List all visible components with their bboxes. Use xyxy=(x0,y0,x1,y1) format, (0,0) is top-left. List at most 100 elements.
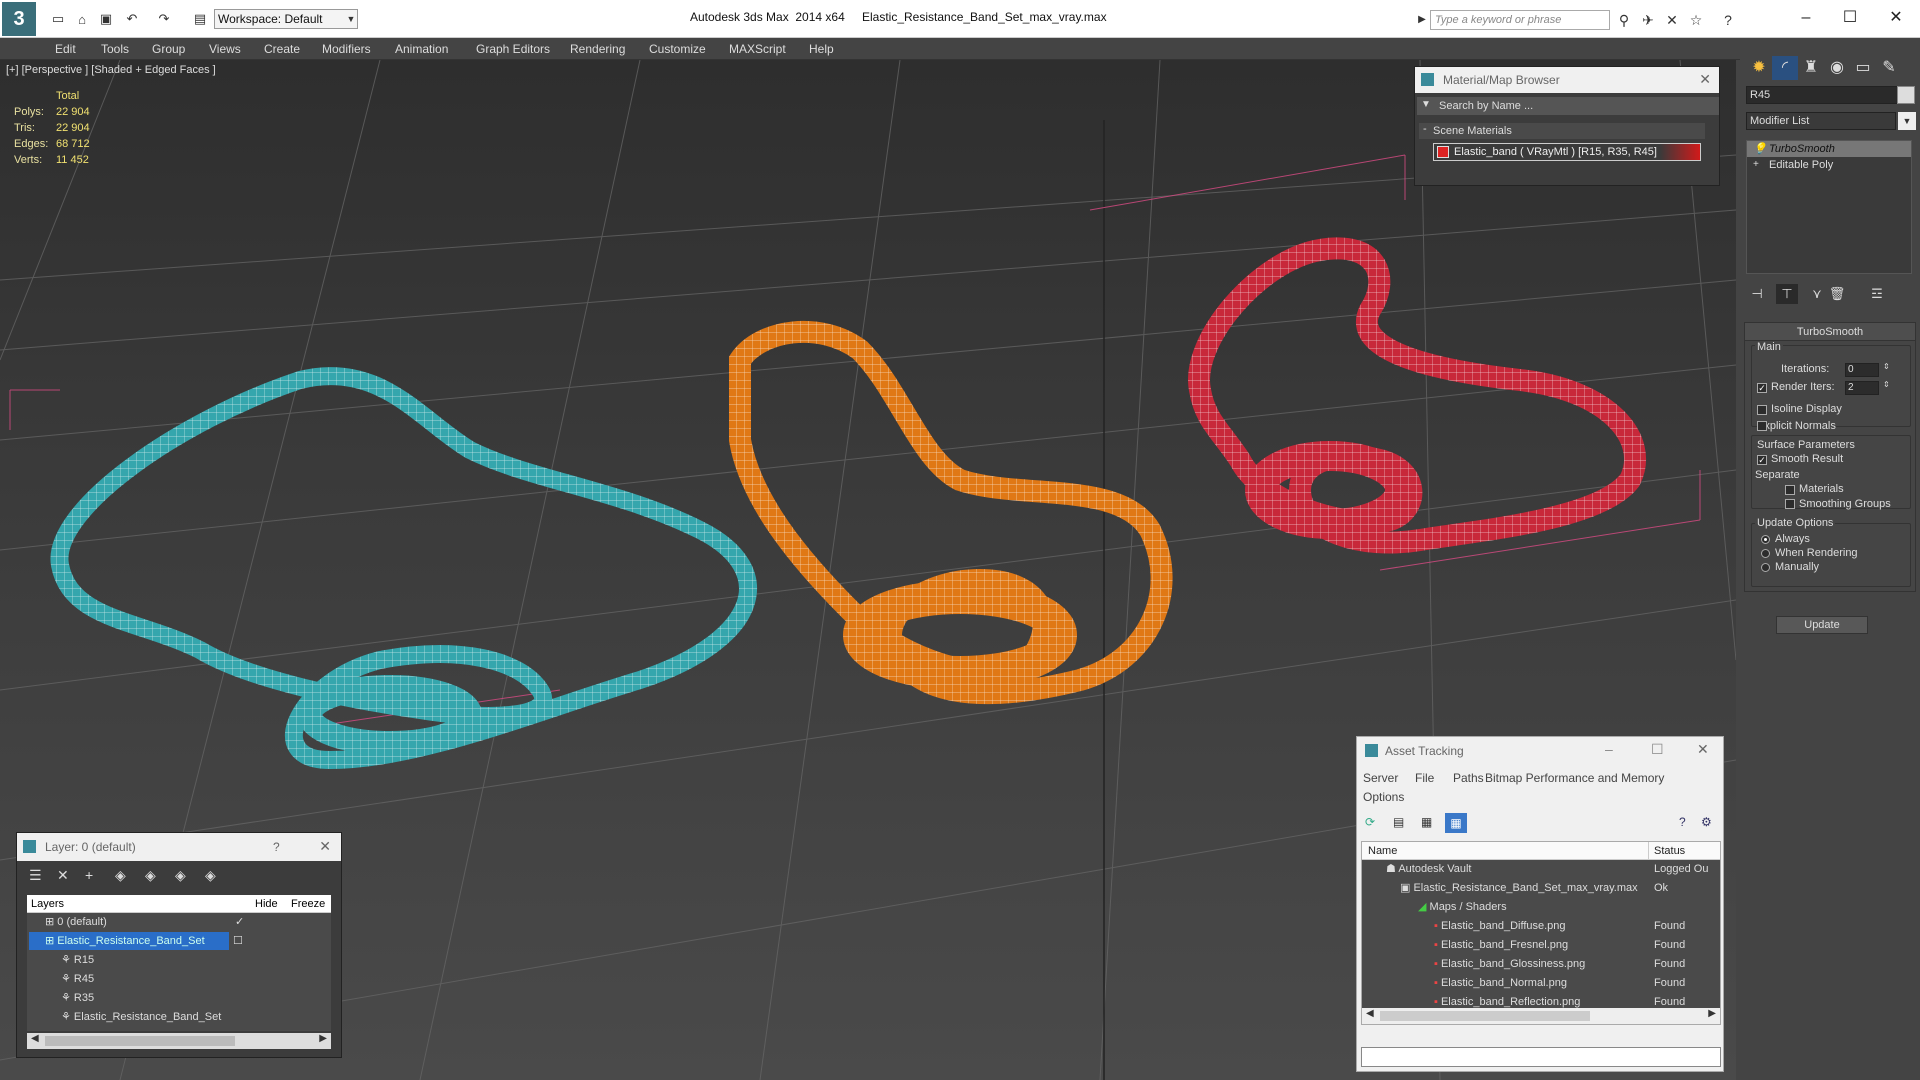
layer-row-default[interactable]: ⊞ 0 (default) xyxy=(45,913,107,931)
pin-stack-icon[interactable]: ⊣ xyxy=(1746,284,1768,304)
menu-group[interactable]: Group xyxy=(152,42,185,56)
lightbulb-icon[interactable]: 💡 xyxy=(1753,141,1767,157)
asset-row-fresnel[interactable]: ▪ Elastic_band_Fresnel.png xyxy=(1434,936,1568,954)
viewport-label[interactable]: [+] [Perspective ] [Shaded + Edged Faces… xyxy=(6,64,216,76)
chevron-down-icon[interactable]: ▼ xyxy=(344,9,358,29)
hierarchy-tab-icon[interactable]: ♜ xyxy=(1798,56,1824,80)
close-icon[interactable]: ✕ xyxy=(319,838,331,855)
scroll-thumb[interactable] xyxy=(45,1036,235,1046)
highlight-layer-icon[interactable]: ◈ xyxy=(145,867,156,884)
menu-modifiers[interactable]: Modifiers xyxy=(322,42,371,56)
menu-graph-editors[interactable]: Graph Editors xyxy=(476,42,550,56)
add-to-layer-icon[interactable]: + xyxy=(85,867,93,883)
utilities-tab-icon[interactable]: ✎ xyxy=(1876,56,1902,80)
stack-item-turbosmooth[interactable]: 💡 TurboSmooth xyxy=(1747,141,1911,157)
asset-row-max-file[interactable]: ▣ Elastic_Resistance_Band_Set_max_vray.m… xyxy=(1400,879,1638,897)
redo-icon[interactable]: ↷ xyxy=(154,9,174,29)
minimize-icon[interactable]: – xyxy=(1788,6,1824,30)
configure-sets-icon[interactable]: ☲ xyxy=(1866,284,1888,304)
menu-server[interactable]: Server xyxy=(1363,771,1398,785)
subscription-icon[interactable]: ✈ xyxy=(1638,10,1658,30)
search-expand-icon[interactable]: ▶ xyxy=(1416,10,1428,30)
menu-options[interactable]: Options xyxy=(1363,790,1404,804)
close-icon[interactable]: ✕ xyxy=(1697,741,1709,758)
band-r45[interactable] xyxy=(1188,237,1646,554)
menu-maxscript[interactable]: MAXScript xyxy=(729,42,786,56)
scroll-right-icon[interactable]: ▶ xyxy=(1708,1008,1716,1019)
object-color-swatch[interactable] xyxy=(1897,86,1915,104)
remove-modifier-icon[interactable]: 🗑 xyxy=(1826,284,1848,304)
workspace-dropdown[interactable]: Workspace: Default xyxy=(214,9,358,29)
asset-row-maps[interactable]: ◢ Maps / Shaders xyxy=(1418,898,1507,916)
menu-help[interactable]: Help xyxy=(809,42,834,56)
menu-paths[interactable]: Paths xyxy=(1453,771,1484,785)
hide-all-icon[interactable]: ◈ xyxy=(175,867,186,884)
scroll-left-icon[interactable]: ◀ xyxy=(1366,1008,1374,1019)
layer-checkbox-icon[interactable]: ☐ xyxy=(233,932,243,950)
asset-row-glossiness[interactable]: ▪ Elastic_band_Glossiness.png xyxy=(1434,955,1585,973)
band-r35[interactable] xyxy=(729,320,1173,705)
undo-icon[interactable]: ↶ xyxy=(122,9,142,29)
material-search-input[interactable]: Search by Name ... xyxy=(1417,97,1719,115)
object-row-r35[interactable]: ⚘ R35 xyxy=(61,989,94,1007)
select-objects-icon[interactable]: ◈ xyxy=(115,867,126,884)
maximize-icon[interactable]: ☐ xyxy=(1832,6,1868,30)
menu-bitmap-performance[interactable]: Bitmap Performance and Memory xyxy=(1485,771,1664,785)
explicit-normals-checkbox[interactable] xyxy=(1757,421,1767,431)
material-item-elastic-band[interactable]: Elastic_band ( VRayMtl ) [R15, R35, R45] xyxy=(1433,143,1701,161)
asset-path-field[interactable] xyxy=(1361,1047,1721,1067)
menu-rendering[interactable]: Rendering xyxy=(570,42,625,56)
delete-layer-icon[interactable]: ✕ xyxy=(57,867,69,884)
minimize-icon[interactable]: – xyxy=(1605,741,1613,757)
asset-row-vault[interactable]: ☗ Autodesk Vault xyxy=(1386,860,1472,878)
asset-row-normal[interactable]: ▪ Elastic_band_Normal.png xyxy=(1434,974,1567,992)
col-freeze[interactable]: Freeze xyxy=(291,898,325,910)
always-radio[interactable] xyxy=(1761,535,1770,544)
object-row-elastic-set[interactable]: ⚘ Elastic_Resistance_Band_Set xyxy=(61,1008,221,1026)
col-name[interactable]: Name xyxy=(1368,845,1397,857)
make-unique-icon[interactable]: ⋎ xyxy=(1806,284,1828,304)
scroll-left-icon[interactable]: ◀ xyxy=(31,1033,39,1044)
update-button[interactable]: Update xyxy=(1776,616,1868,634)
spinner-arrows-icon[interactable]: ⇕ xyxy=(1883,362,1890,371)
scroll-thumb[interactable] xyxy=(1380,1011,1590,1021)
expand-icon[interactable]: + xyxy=(1753,157,1759,173)
display-tab-icon[interactable]: ▭ xyxy=(1850,56,1876,80)
band-r15[interactable] xyxy=(50,367,757,770)
col-layers[interactable]: Layers xyxy=(31,898,64,910)
object-row-r45[interactable]: ⚘ R45 xyxy=(61,970,94,988)
table-view-icon[interactable]: ▦ xyxy=(1445,813,1467,833)
freeze-all-icon[interactable]: ◈ xyxy=(205,867,216,884)
refresh-icon[interactable]: ⟳ xyxy=(1365,815,1375,829)
communication-icon[interactable]: ✕ xyxy=(1662,10,1682,30)
help-icon[interactable]: ? xyxy=(1679,815,1686,829)
search-input[interactable]: Type a keyword or phrase xyxy=(1430,10,1610,30)
collapse-icon[interactable]: - xyxy=(1423,123,1427,135)
open-file-icon[interactable]: ⌂ xyxy=(72,9,92,29)
menu-tools[interactable]: Tools xyxy=(101,42,129,56)
object-row-r15[interactable]: ⚘ R15 xyxy=(61,951,94,969)
scroll-right-icon[interactable]: ▶ xyxy=(319,1033,327,1044)
filter-icon[interactable]: ▼ xyxy=(1421,99,1431,110)
menu-animation[interactable]: Animation xyxy=(395,42,448,56)
render-iters-spinner[interactable]: 2 xyxy=(1845,381,1879,395)
rollout-title[interactable]: TurboSmooth xyxy=(1745,323,1915,341)
close-icon[interactable]: ✕ xyxy=(1878,6,1914,30)
render-iters-checkbox[interactable]: ✓ xyxy=(1757,383,1767,393)
separate-materials-checkbox[interactable] xyxy=(1785,485,1795,495)
layer-scrollbar[interactable]: ◀ ▶ xyxy=(27,1033,331,1049)
active-layer-check-icon[interactable]: ✓ xyxy=(235,913,244,931)
create-tab-icon[interactable]: ✹ xyxy=(1746,56,1772,80)
modify-tab-icon[interactable]: ◜ xyxy=(1772,56,1798,80)
manually-radio[interactable] xyxy=(1761,563,1770,572)
when-rendering-radio[interactable] xyxy=(1761,549,1770,558)
app-logo-icon[interactable]: 3 xyxy=(2,2,36,36)
favorites-star-icon[interactable]: ☆ xyxy=(1686,10,1706,30)
help-icon[interactable]: ? xyxy=(1718,10,1738,30)
col-status[interactable]: Status xyxy=(1654,845,1685,857)
save-file-icon[interactable]: ▣ xyxy=(96,9,116,29)
smooth-result-checkbox[interactable]: ✓ xyxy=(1757,455,1767,465)
project-folder-icon[interactable]: ▤ xyxy=(190,9,210,29)
motion-tab-icon[interactable]: ◉ xyxy=(1824,56,1850,80)
help-icon[interactable]: ? xyxy=(273,840,280,854)
